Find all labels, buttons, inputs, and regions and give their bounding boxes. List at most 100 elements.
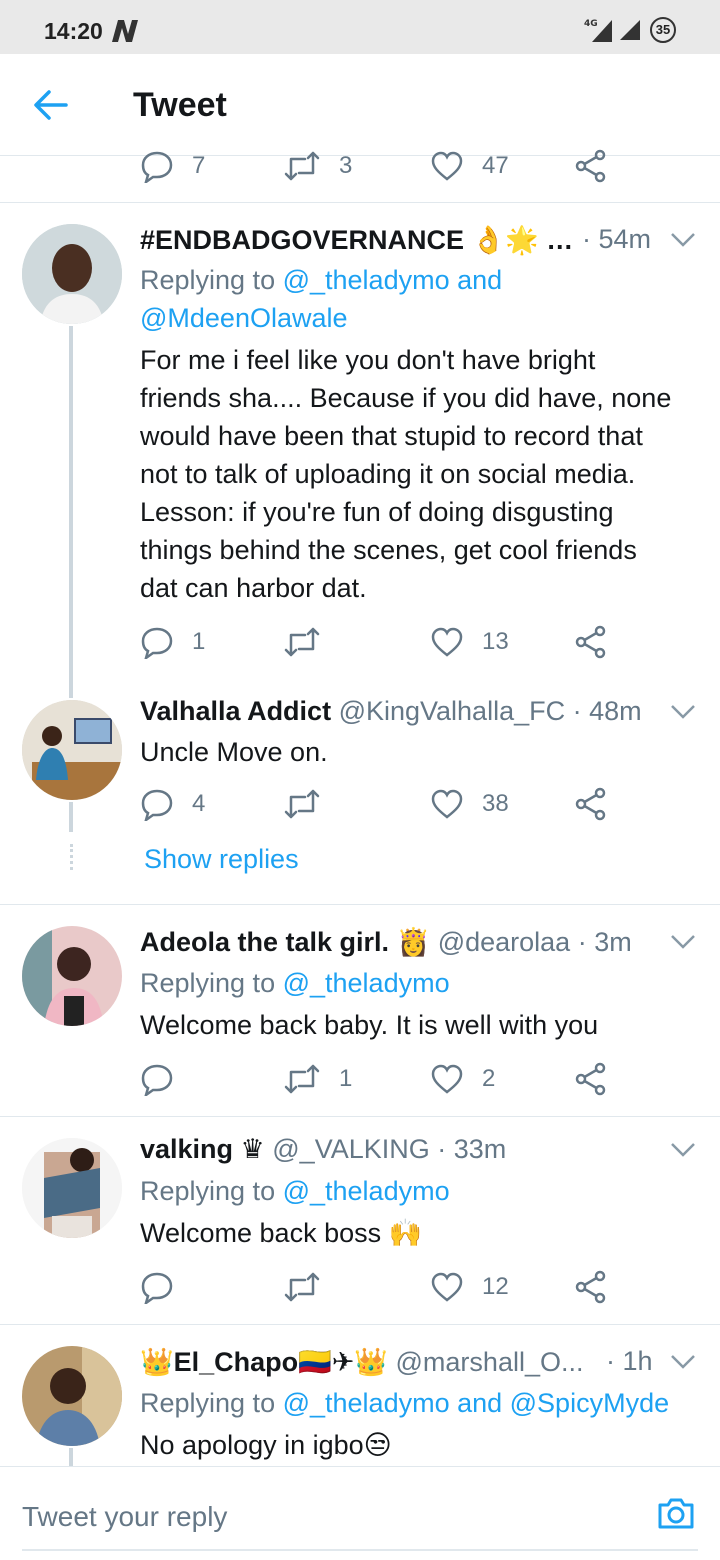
share-icon xyxy=(575,1270,606,1304)
reply-input[interactable]: Tweet your reply xyxy=(22,1501,227,1533)
share-button[interactable] xyxy=(574,146,608,186)
like-button[interactable]: 38 xyxy=(430,782,509,826)
reply-button[interactable]: 7 xyxy=(140,146,205,186)
tweet-text: Uncle Move on. xyxy=(140,737,328,767)
user-handle[interactable]: @dearolaa xyxy=(438,927,571,957)
tweet-header: Adeola the talk girl. 👸 @dearolaa · 3m xyxy=(140,926,632,958)
tweet-actions: 1 2 xyxy=(140,1057,640,1101)
heart-icon xyxy=(431,789,463,819)
mention-link[interactable]: @_theladymo and xyxy=(283,265,503,295)
tweet-time: · 33m xyxy=(437,1134,507,1164)
tweet-text: No apology in igbo😒 xyxy=(140,1430,392,1460)
reply-icon xyxy=(141,1064,173,1096)
tweet-header: Valhalla Addict @KingValhalla_FC · 48m xyxy=(140,696,642,727)
tweet-header: valking ♛ @_VALKING · 33m xyxy=(140,1134,506,1165)
retweet-button[interactable] xyxy=(283,782,339,826)
tweet-text: Welcome back boss 🙌 xyxy=(140,1218,423,1248)
tweet-time: · 1h xyxy=(606,1346,653,1376)
thread-line xyxy=(69,1448,73,1466)
thread-line xyxy=(69,802,73,832)
like-button[interactable]: 12 xyxy=(430,1265,509,1309)
divider xyxy=(0,1116,720,1117)
retweet-button[interactable] xyxy=(283,1265,339,1309)
notification-n-icon xyxy=(110,18,140,49)
divider xyxy=(0,904,720,905)
chevron-down-icon[interactable] xyxy=(670,1142,696,1163)
retweet-button[interactable]: 1 xyxy=(283,1057,352,1101)
display-name[interactable]: #ENDBADGOVERNANCE 👌🌟 … xyxy=(140,225,573,255)
divider xyxy=(0,1324,720,1325)
chevron-down-icon[interactable] xyxy=(670,232,696,253)
input-underline xyxy=(22,1549,698,1551)
thread-dots xyxy=(70,844,73,870)
reply-button[interactable]: 1 xyxy=(140,620,205,664)
user-handle[interactable]: @_VALKING xyxy=(272,1134,429,1164)
heart-icon xyxy=(431,627,463,657)
heart-icon xyxy=(431,1064,463,1094)
replying-to: Replying to @_theladymo and @MdeenOlawal… xyxy=(140,265,503,333)
share-button[interactable] xyxy=(574,782,608,826)
avatar[interactable] xyxy=(22,700,122,800)
replying-to: Replying to @_theladymo xyxy=(140,968,450,998)
display-name[interactable]: 👑El_Chapo🇨🇴✈👑 xyxy=(140,1347,388,1377)
share-button[interactable] xyxy=(574,620,608,664)
thread-line xyxy=(69,326,73,698)
reply-icon xyxy=(141,1272,173,1304)
share-button[interactable] xyxy=(574,1057,608,1101)
battery-icon: 35 xyxy=(650,17,676,43)
heart-icon xyxy=(431,151,463,181)
like-button[interactable]: 2 xyxy=(430,1057,495,1101)
share-icon xyxy=(575,787,606,821)
camera-icon[interactable] xyxy=(656,1495,696,1536)
reply-button[interactable]: 4 xyxy=(140,782,205,826)
back-arrow-icon[interactable] xyxy=(32,88,68,127)
tweet-header: 👑El_Chapo🇨🇴✈👑 @marshall_O... xyxy=(140,1346,595,1378)
signal-icon xyxy=(618,18,642,47)
tweet-header: #ENDBADGOVERNANCE 👌🌟 … xyxy=(140,224,573,256)
avatar[interactable] xyxy=(22,926,122,1026)
retweet-icon xyxy=(284,151,320,181)
chevron-down-icon[interactable] xyxy=(670,934,696,955)
mention-link[interactable]: @_theladymo xyxy=(283,1176,450,1206)
share-icon xyxy=(575,625,606,659)
avatar[interactable] xyxy=(22,1138,122,1238)
retweet-button[interactable] xyxy=(283,620,339,664)
user-handle[interactable]: @KingValhalla_FC xyxy=(339,696,566,726)
chevron-down-icon[interactable] xyxy=(670,1354,696,1375)
retweet-button[interactable]: 3 xyxy=(283,146,352,186)
heart-icon xyxy=(431,1272,463,1302)
tweet-actions: 1 13 xyxy=(140,620,640,664)
app-header: Tweet xyxy=(0,54,720,156)
reply-button[interactable] xyxy=(140,1265,192,1309)
mention-link[interactable]: @MdeenOlawale xyxy=(140,303,348,333)
display-name[interactable]: valking ♛ xyxy=(140,1134,265,1164)
tweet-actions: 4 38 xyxy=(140,782,640,826)
reply-button[interactable] xyxy=(140,1057,192,1101)
avatar[interactable] xyxy=(22,224,122,324)
tweet-time: · 48m xyxy=(572,696,642,726)
share-button[interactable] xyxy=(574,1265,608,1309)
reply-icon xyxy=(141,627,173,659)
svg-text:4G: 4G xyxy=(584,19,598,29)
reply-icon xyxy=(141,151,173,183)
tweet-text: Welcome back baby. It is well with you xyxy=(140,1010,599,1040)
share-icon xyxy=(575,1062,606,1096)
display-name[interactable]: Adeola the talk girl. 👸 xyxy=(140,927,430,957)
avatar[interactable] xyxy=(22,1346,122,1446)
like-button[interactable]: 47 xyxy=(430,146,509,186)
signal-4g-icon: 4G xyxy=(584,16,614,49)
mention-link[interactable]: @_theladymo xyxy=(283,968,450,998)
tweet-time: · 54m xyxy=(582,224,652,254)
user-handle[interactable]: @marshall_O... xyxy=(396,1347,584,1377)
replying-to: Replying to @_theladymo xyxy=(140,1176,450,1206)
share-icon xyxy=(575,149,606,183)
display-name[interactable]: Valhalla Addict xyxy=(140,696,331,726)
retweet-icon xyxy=(284,1272,320,1302)
show-replies-link[interactable]: Show replies xyxy=(144,844,299,875)
mention-link[interactable]: @_theladymo and @SpicyMyde xyxy=(283,1388,670,1418)
like-button[interactable]: 13 xyxy=(430,620,509,664)
chevron-down-icon[interactable] xyxy=(670,704,696,725)
main-tweet-actions: 7 3 47 xyxy=(140,146,640,186)
divider xyxy=(0,202,720,203)
page-title: Tweet xyxy=(133,86,227,124)
